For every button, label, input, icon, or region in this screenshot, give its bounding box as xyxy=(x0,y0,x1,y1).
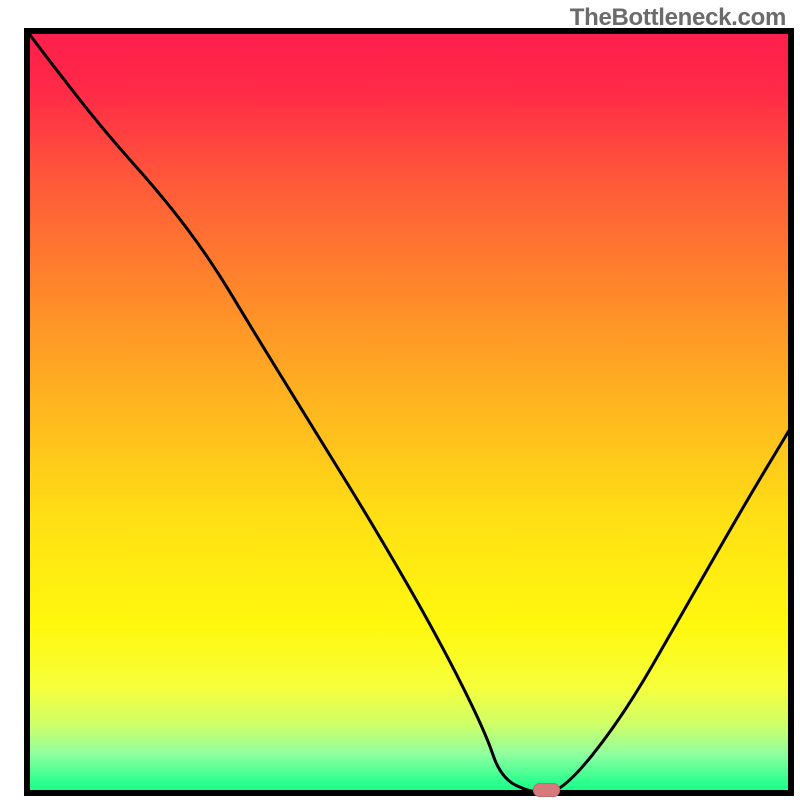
plot-background xyxy=(27,31,791,793)
chart-container: TheBottleneck.com xyxy=(0,0,800,800)
bottleneck-chart xyxy=(0,0,800,800)
optimal-marker xyxy=(534,784,560,797)
watermark-text: TheBottleneck.com xyxy=(570,4,786,32)
